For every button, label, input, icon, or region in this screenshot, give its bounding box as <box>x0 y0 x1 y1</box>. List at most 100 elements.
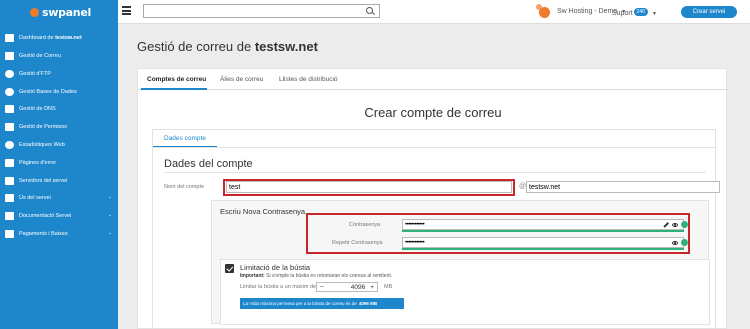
sidebar-item-label: Servidors del servei <box>19 178 68 184</box>
sidebar-item-10[interactable]: Documentació Servei ⌄ <box>0 207 118 225</box>
database-icon <box>5 88 14 96</box>
sidebar-item-11[interactable]: Pagaments i Baixes ⌄ <box>0 225 118 243</box>
sidebar-item-label: Dashboard de <box>19 35 54 41</box>
search-box <box>143 4 380 18</box>
limit-note-bold: Important: <box>240 273 265 279</box>
sidebar-item-3[interactable]: Gestió Bases de Dades <box>0 83 118 101</box>
repeat-password-strength-bar <box>402 248 684 250</box>
active-tab-indicator <box>141 88 207 90</box>
sidebar-item-6[interactable]: Estadístiques Web <box>0 136 118 154</box>
divider <box>153 147 717 148</box>
check-circle-icon <box>681 221 688 228</box>
password-tools <box>663 221 688 228</box>
page-title: Gestió de correu de testsw.net <box>137 39 318 54</box>
limit-unit: MB <box>384 284 393 290</box>
tab-email-aliases[interactable]: Àlies de correu <box>220 76 263 83</box>
password-section-title: Escriu Nova Contrasenya <box>220 207 306 216</box>
usage-icon <box>5 194 14 202</box>
document-icon <box>5 212 14 220</box>
sidebar-item-label: Gestió de Permisos <box>19 124 67 130</box>
sidebar-item-label: Documentació Servei <box>19 213 72 219</box>
flag-icon <box>5 105 14 113</box>
server-icon <box>5 177 14 185</box>
hamburger-menu-icon[interactable] <box>122 6 131 15</box>
sidebar-item-label: Gestió Bases de Dades <box>19 89 77 95</box>
account-name-input[interactable] <box>226 181 512 193</box>
search-icon[interactable] <box>366 7 373 14</box>
section-title: Dades del compte <box>164 158 253 170</box>
sidebar-item-label: Pàgines d'error <box>19 160 57 166</box>
limit-stepper: − 4096 + <box>316 282 378 292</box>
logo-icon <box>30 7 39 17</box>
monitor-icon <box>5 159 14 167</box>
sidebar-item-label: Gestió de Correu <box>19 53 61 59</box>
limit-label: Limitar la bústia a un màxim de <box>240 284 317 290</box>
info-bold: 4096 MB <box>358 301 378 306</box>
chart-icon <box>5 141 14 149</box>
limit-info-bar: La mida màxima permesa per a la bústia d… <box>240 298 404 309</box>
support-label: Suport <box>612 10 633 17</box>
repeat-password-input[interactable] <box>402 237 684 248</box>
sidebar-item-label: Gestió de DNS <box>19 106 56 112</box>
eye-icon[interactable] <box>672 240 678 245</box>
create-service-button[interactable]: Crear servei <box>681 6 737 18</box>
domain-input[interactable] <box>526 181 720 193</box>
pencil-icon[interactable] <box>663 221 669 228</box>
password-input[interactable] <box>402 219 684 230</box>
page-title-domain: testsw.net <box>254 39 318 54</box>
company-label: Sw Hosting - Demo <box>557 8 618 15</box>
limit-note-text: Si s'omple la bústia es retornaran els c… <box>266 273 393 279</box>
limit-checkbox[interactable] <box>225 264 234 273</box>
tab-email-accounts[interactable]: Comptes de correu <box>147 76 206 83</box>
search-input[interactable] <box>144 5 364 17</box>
limit-note: Important: Si s'omple la bústia es retor… <box>240 273 392 279</box>
company-logo-icon <box>536 4 550 18</box>
account-name-label: Nom del compte <box>164 184 205 190</box>
info-text: La mida màxima permesa per a la bústia d… <box>243 301 357 306</box>
sidebar-item-label: Pagaments i Baixes <box>19 231 68 237</box>
caret-down-icon: ▼ <box>651 11 657 17</box>
tab-distribution-lists[interactable]: Llistes de distribució <box>279 76 338 83</box>
divider <box>164 172 706 173</box>
payments-icon <box>5 230 14 238</box>
sidebar-item-5[interactable]: Gestió de Permisos <box>0 118 118 136</box>
main-panel: Comptes de correu Àlies de correu Lliste… <box>137 68 728 329</box>
sidebar-item-label: Estadístiques Web <box>19 142 65 148</box>
password-section: Escriu Nova Contrasenya Contrasenya Repe… <box>211 200 710 325</box>
chevron-down-icon[interactable]: ⌄ <box>108 230 112 236</box>
password-strength-bar <box>402 230 684 232</box>
sidebar-item-2[interactable]: Gestió d'FTP <box>0 65 118 83</box>
support-menu[interactable]: Suport 240 ▼ <box>612 8 657 17</box>
chevron-down-icon[interactable]: ⌄ <box>108 212 112 218</box>
sidebar-item-8[interactable]: Servidors del servei <box>0 172 118 190</box>
form-title: Crear compte de correu <box>364 105 502 120</box>
subtab-account-data[interactable]: Dades compte <box>164 135 206 142</box>
database-icon <box>5 70 14 78</box>
repeat-password-tools <box>672 239 688 246</box>
form-container: Dades compte Dades del compte Nom del co… <box>152 129 720 329</box>
sidebar-item-4[interactable]: Gestió de DNS <box>0 100 118 118</box>
increment-button[interactable]: + <box>370 284 374 291</box>
dashboard-icon <box>5 34 14 42</box>
chevron-down-icon[interactable]: ⌄ <box>108 194 112 200</box>
sidebar-item-7[interactable]: Pàgines d'error <box>0 154 118 172</box>
logo[interactable]: swpanel <box>0 0 118 24</box>
limit-value[interactable]: 4096 <box>324 284 370 291</box>
sidebar-item-1[interactable]: Gestió de Correu <box>0 47 118 65</box>
top-bar: swpanel Sw Hosting - Demo ▼ Suport 240 ▼ Cr… <box>0 0 750 24</box>
password-label: Contrasenya <box>349 222 381 228</box>
mailbox-limit-section: Limitació de la bústia Important: Si s'o… <box>220 259 710 325</box>
limit-title: Limitació de la bústia <box>240 263 311 272</box>
sidebar-item-9[interactable]: Ús del servei ⌄ <box>0 189 118 207</box>
page-title-prefix: Gestió de correu de <box>137 39 252 54</box>
repeat-password-label: Repetir Contrasenya <box>332 240 383 246</box>
tab-bar: Comptes de correu Àlies de correu Lliste… <box>138 69 728 90</box>
sidebar-item-label: Ús del servei <box>19 195 51 201</box>
sidebar-item-0[interactable]: Dashboard de testsw.net <box>0 29 118 47</box>
logo-text: swpanel <box>42 5 91 19</box>
sidebar: Dashboard de testsw.net Gestió de Correu G… <box>0 24 118 329</box>
eye-icon[interactable] <box>672 222 678 227</box>
permissions-icon <box>5 123 14 131</box>
envelope-icon <box>5 52 14 60</box>
sidebar-item-domain: testsw.net <box>55 35 82 41</box>
